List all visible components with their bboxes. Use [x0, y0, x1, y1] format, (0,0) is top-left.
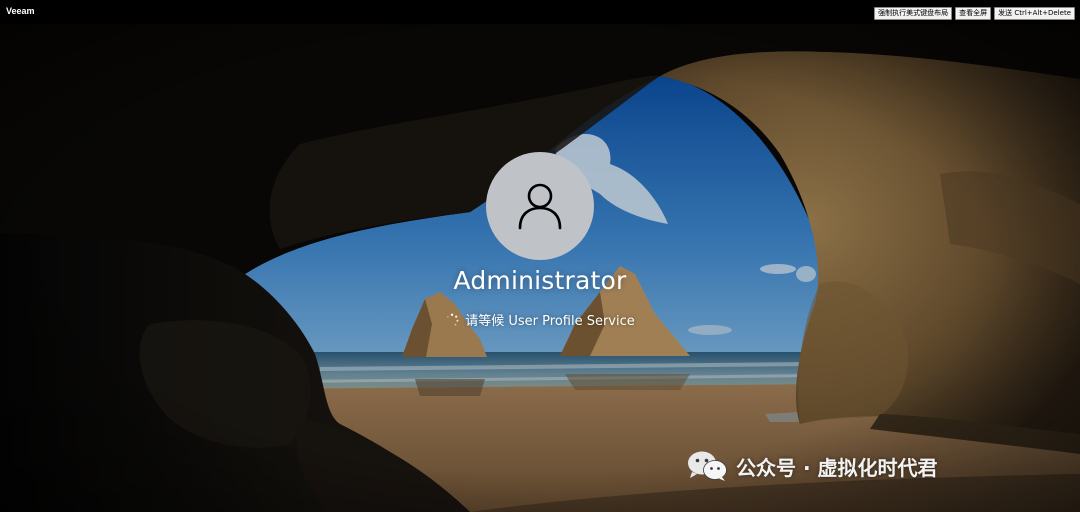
user-avatar: [486, 152, 594, 260]
login-status: 请等候 User Profile Service: [340, 310, 740, 329]
fullscreen-button[interactable]: 查看全屏: [955, 7, 992, 20]
wechat-icon: [688, 451, 727, 481]
toolbar-buttons: 强制执行美式键盘布局 查看全屏 发送 Ctrl+Alt+Delete: [874, 7, 1075, 20]
loading-spinner-icon: [445, 313, 459, 327]
status-text: 请等候 User Profile Service: [465, 314, 635, 329]
app-title: Veeam: [6, 6, 35, 16]
force-us-keyboard-button[interactable]: 强制执行美式键盘布局: [874, 7, 953, 20]
watermark: 公众号 · 虚拟化时代君: [686, 446, 938, 486]
watermark-text: 公众号 · 虚拟化时代君: [736, 455, 938, 480]
user-icon: [518, 183, 562, 230]
remote-console: Veeam 强制执行美式键盘布局 查看全屏 发送 Ctrl+Alt+Delete: [0, 0, 1080, 512]
send-ctrl-alt-delete-button[interactable]: 发送 Ctrl+Alt+Delete: [994, 7, 1075, 20]
username-label: Administrator: [453, 266, 627, 295]
console-toolbar: Veeam 强制执行美式键盘布局 查看全屏 发送 Ctrl+Alt+Delete: [0, 0, 1080, 24]
